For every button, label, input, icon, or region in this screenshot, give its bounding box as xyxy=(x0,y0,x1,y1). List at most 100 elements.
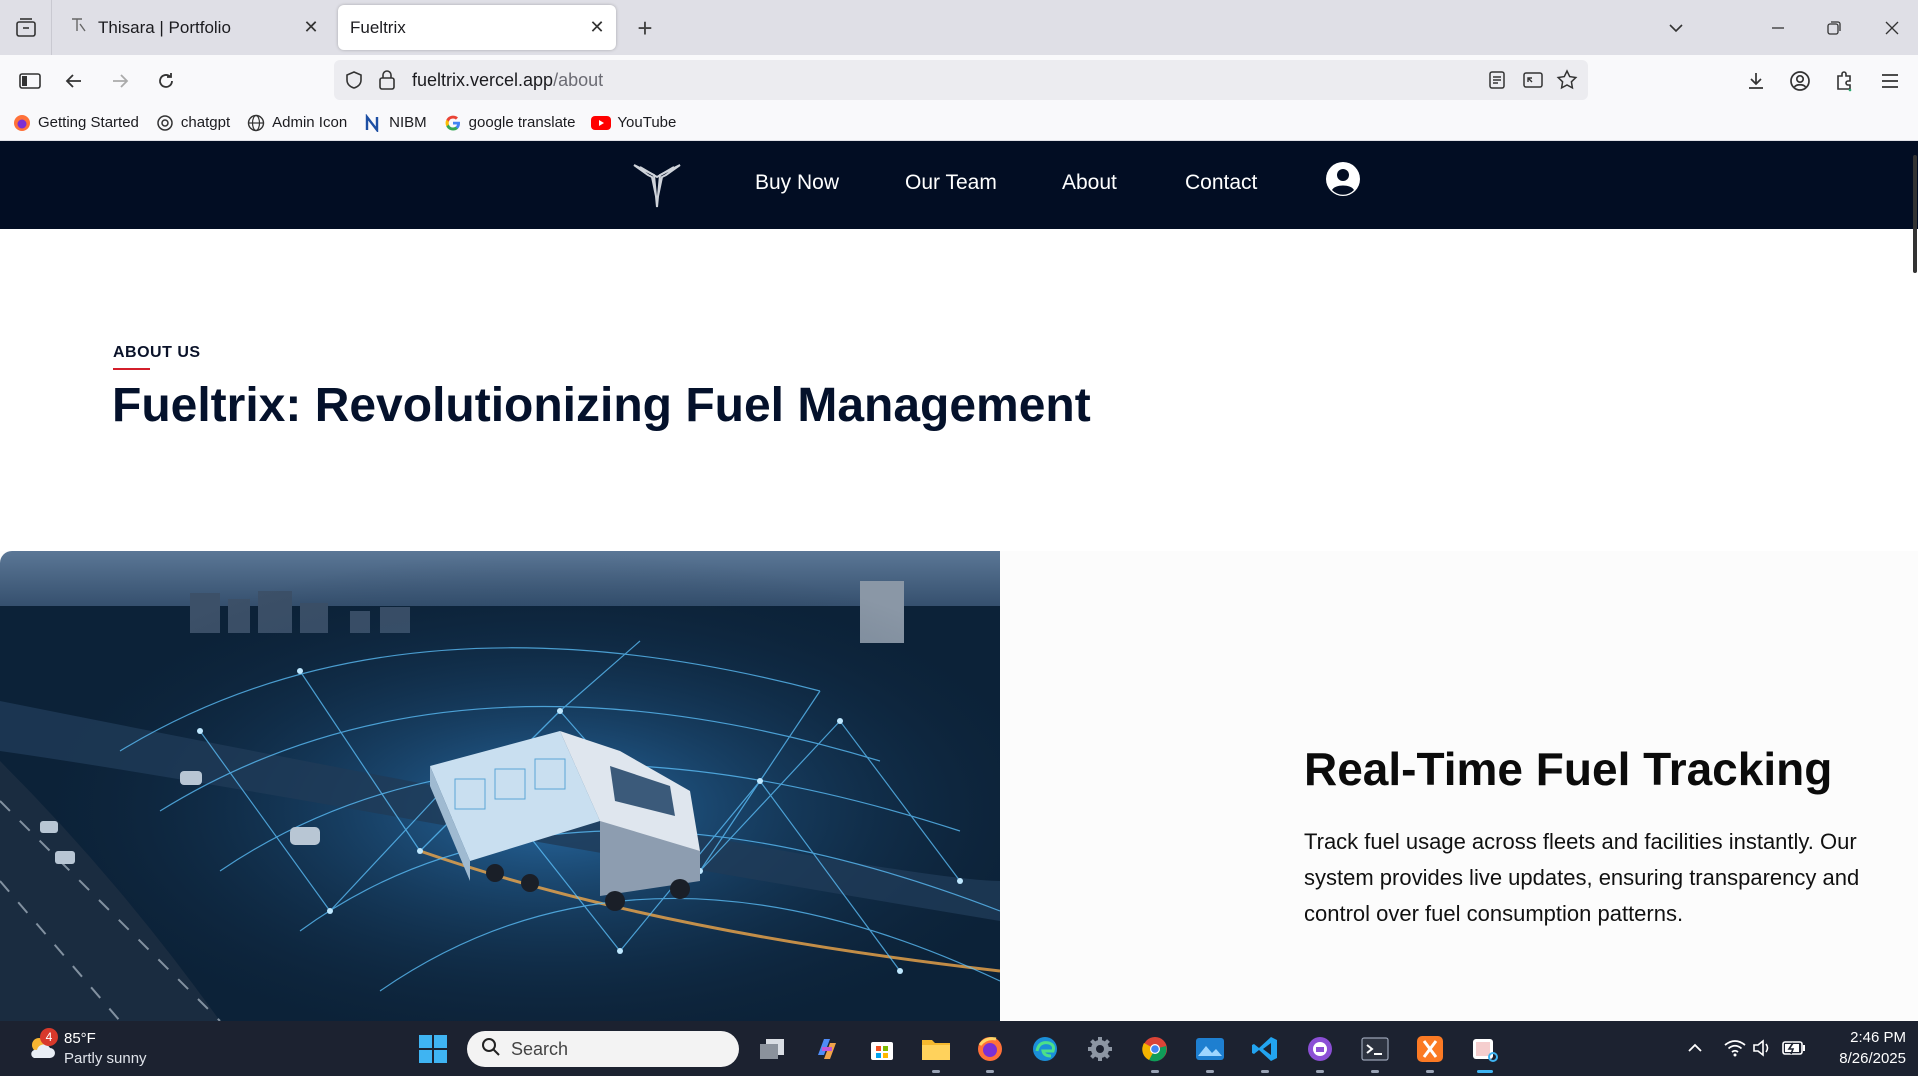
downloads-button[interactable] xyxy=(1740,65,1772,97)
weather-widget[interactable]: 4 85°F Partly sunny xyxy=(24,1028,174,1070)
url-text[interactable]: fueltrix.vercel.app/about xyxy=(412,60,603,100)
clock-time: 2:46 PM xyxy=(1850,1029,1906,1046)
github-desktop-button[interactable] xyxy=(1302,1031,1338,1073)
arrow-left-icon xyxy=(65,74,81,88)
reload-icon xyxy=(159,73,173,88)
bookmark-chatgpt[interactable]: chatgpt xyxy=(155,113,230,133)
battery-charging-icon[interactable] xyxy=(1782,1036,1806,1060)
globe-icon xyxy=(246,113,266,133)
menu-button[interactable] xyxy=(1874,65,1906,97)
show-hidden-icons-chevron-icon[interactable] xyxy=(1683,1036,1707,1060)
back-button[interactable] xyxy=(58,65,90,97)
bookmark-label: google translate xyxy=(468,114,576,131)
copilot-icon xyxy=(818,1039,836,1059)
tab-close-icon[interactable]: ✕ xyxy=(584,15,610,41)
nibm-icon xyxy=(363,113,383,133)
vscode-button[interactable] xyxy=(1247,1031,1283,1073)
firefox-icon xyxy=(978,1037,1002,1061)
reload-button[interactable] xyxy=(150,65,182,97)
nav-our-team[interactable]: Our Team xyxy=(905,171,997,195)
lock-icon[interactable] xyxy=(378,69,396,96)
bookmark-google-translate[interactable]: google translate xyxy=(443,113,576,133)
new-tab-button[interactable]: + xyxy=(630,13,660,43)
running-indicator xyxy=(1426,1070,1434,1073)
extensions-button[interactable] xyxy=(1828,65,1860,97)
bookmark-getting-started[interactable]: Getting Started xyxy=(12,113,139,133)
tab-fueltrix[interactable]: Fueltrix ✕ xyxy=(338,5,616,50)
firefox-taskbar-button[interactable] xyxy=(972,1031,1008,1073)
xampp-button[interactable] xyxy=(1412,1031,1448,1073)
weather-badge: 4 xyxy=(40,1028,58,1046)
clock-date: 8/26/2025 xyxy=(1839,1050,1906,1067)
bookmark-label: Getting Started xyxy=(38,114,139,131)
snipping-tool-button[interactable] xyxy=(1467,1031,1503,1073)
bookmark-admin-icon[interactable]: Admin Icon xyxy=(246,113,347,133)
site-navbar: Buy Now Our Team About Contact xyxy=(0,141,1918,229)
weather-temp: 85°F xyxy=(64,1030,96,1047)
user-account-icon[interactable] xyxy=(1325,161,1361,197)
address-bar[interactable]: fueltrix.vercel.app/about xyxy=(334,60,1588,100)
puzzle-icon xyxy=(1837,71,1852,92)
feature-section: Real-Time Fuel Tracking Track fuel usage… xyxy=(0,551,1918,1021)
volume-icon[interactable] xyxy=(1751,1036,1775,1060)
running-indicator xyxy=(1206,1070,1214,1073)
copilot-button[interactable] xyxy=(809,1031,845,1067)
sidebar-toggle-button[interactable] xyxy=(14,65,46,97)
running-indicator xyxy=(986,1070,994,1073)
folder-icon xyxy=(922,1040,950,1060)
chrome-button[interactable] xyxy=(1137,1031,1173,1073)
tab-list-icon xyxy=(15,17,36,37)
file-explorer-button[interactable] xyxy=(918,1031,954,1073)
minimize-button[interactable] xyxy=(1762,12,1794,44)
reader-view-icon[interactable] xyxy=(1488,70,1506,95)
tab-list-button[interactable] xyxy=(0,0,52,55)
feature-description: Track fuel usage across fleets and facil… xyxy=(1304,829,1860,926)
portfolio-favicon-icon xyxy=(70,16,88,39)
photos-icon xyxy=(1196,1038,1224,1060)
account-button[interactable] xyxy=(1784,65,1816,97)
sidebar-icon xyxy=(19,73,41,89)
taskbar-search[interactable]: Search xyxy=(467,1031,739,1067)
microsoft-store-button[interactable] xyxy=(864,1031,900,1067)
system-clock[interactable]: 2:46 PM 8/26/2025 xyxy=(1818,1027,1906,1069)
eyebrow-underline xyxy=(113,368,150,370)
settings-button[interactable] xyxy=(1082,1031,1118,1067)
nav-contact[interactable]: Contact xyxy=(1185,171,1257,195)
picture-in-picture-icon[interactable] xyxy=(1522,70,1544,95)
nav-about[interactable]: About xyxy=(1062,171,1117,195)
terminal-button[interactable] xyxy=(1357,1031,1393,1073)
windows-logo-icon xyxy=(419,1035,447,1063)
photos-button[interactable] xyxy=(1192,1031,1228,1073)
bookmark-star-icon[interactable] xyxy=(1556,69,1578,96)
terminal-icon xyxy=(1361,1037,1389,1061)
tracking-protection-shield-icon[interactable] xyxy=(344,70,364,95)
restore-button[interactable] xyxy=(1818,12,1850,44)
task-view-button[interactable] xyxy=(754,1031,790,1067)
bookmark-youtube[interactable]: YouTube xyxy=(591,113,676,133)
nav-buy-now[interactable]: Buy Now xyxy=(755,171,839,195)
store-icon xyxy=(871,1042,893,1060)
tab-close-icon[interactable]: ✕ xyxy=(298,15,324,41)
taskbar: 4 85°F Partly sunny Search 2:46 PM 8/26/… xyxy=(0,1021,1918,1076)
smart-truck-highway-image xyxy=(0,551,1000,1021)
running-indicator xyxy=(1316,1070,1324,1073)
github-icon xyxy=(1308,1037,1332,1061)
windows-start-button[interactable] xyxy=(418,1034,448,1064)
tab-portfolio[interactable]: Thisara | Portfolio ✕ xyxy=(58,5,330,50)
url-domain: fueltrix.vercel.app xyxy=(412,70,554,90)
running-indicator xyxy=(932,1070,940,1073)
close-window-button[interactable] xyxy=(1876,12,1908,44)
edge-button[interactable] xyxy=(1027,1031,1063,1067)
page-scrollbar[interactable] xyxy=(1913,155,1917,273)
bookmark-label: Admin Icon xyxy=(272,114,348,131)
list-all-tabs-chevron-icon[interactable] xyxy=(1660,12,1692,44)
forward-button[interactable] xyxy=(104,65,136,97)
feature-heading: Real-Time Fuel Tracking xyxy=(1304,743,1833,795)
bookmarks-toolbar: Getting Started chatgpt Admin Icon NIBM … xyxy=(0,105,1918,141)
wifi-icon[interactable] xyxy=(1723,1036,1747,1060)
fueltrix-logo[interactable] xyxy=(632,161,682,209)
vscode-icon xyxy=(1252,1037,1277,1061)
about-eyebrow: ABOUT US xyxy=(113,344,201,361)
task-view-icon xyxy=(760,1039,784,1059)
bookmark-nibm[interactable]: NIBM xyxy=(363,113,427,133)
